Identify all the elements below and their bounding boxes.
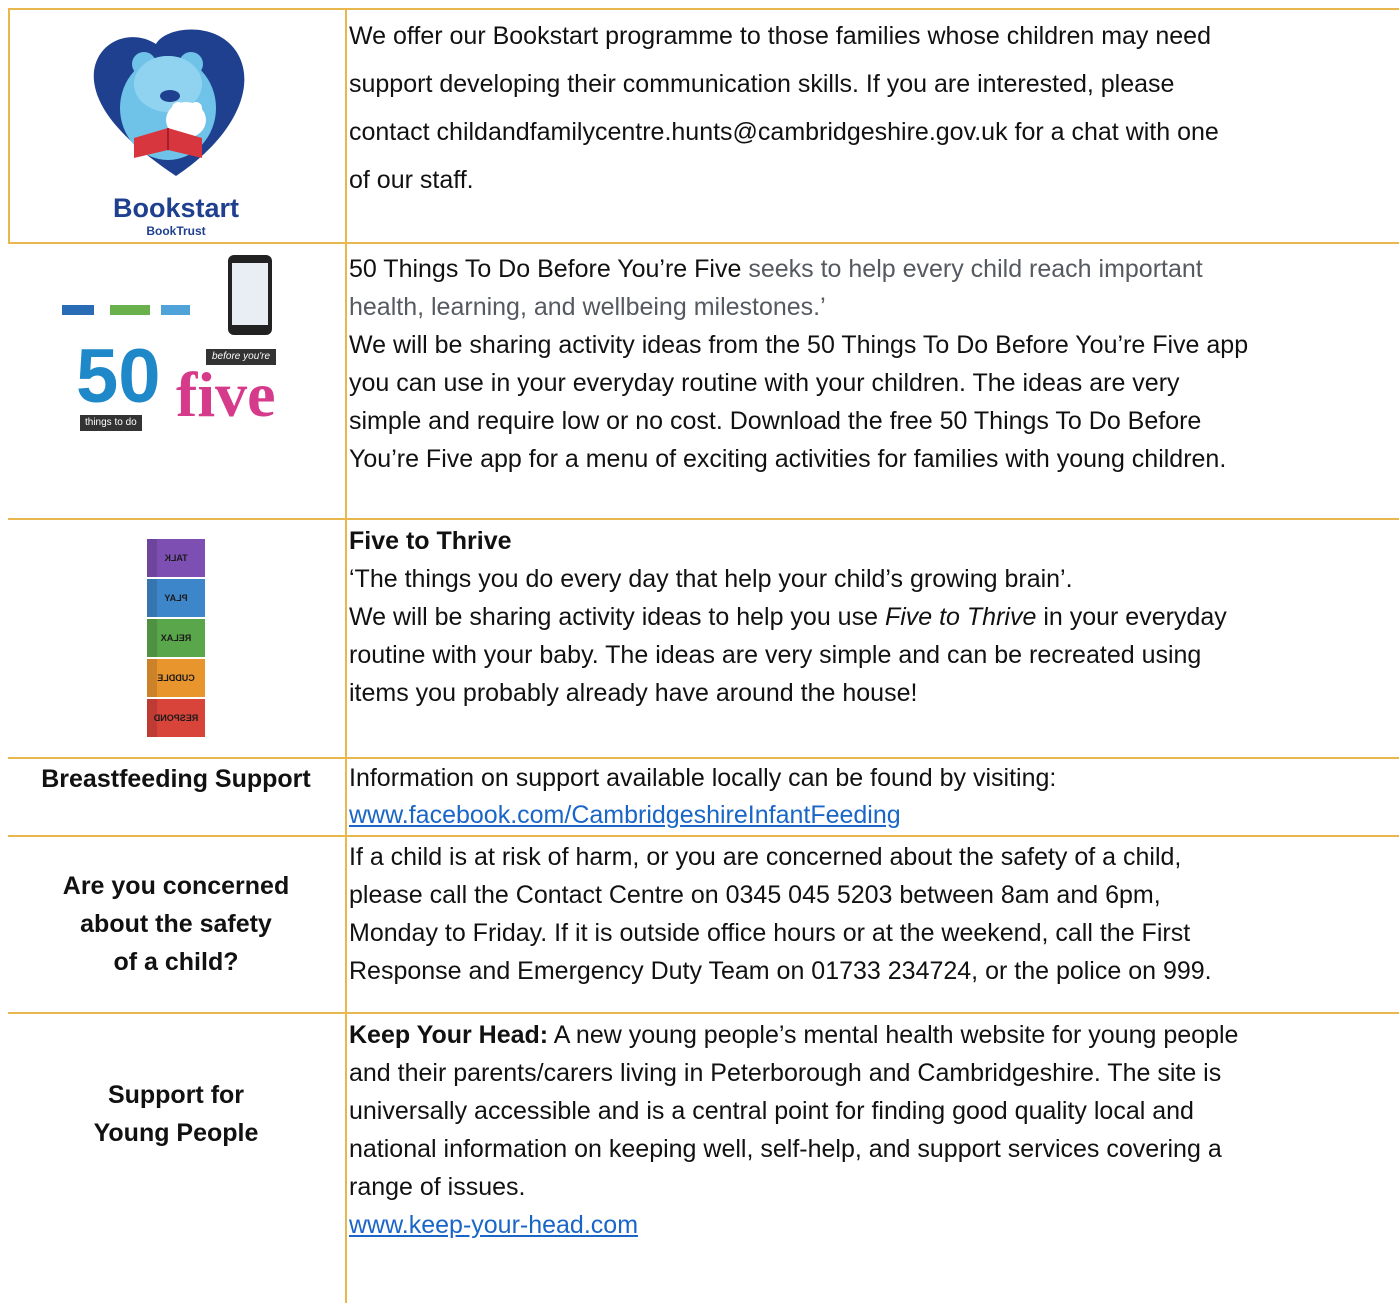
young-line-1: Keep Your Head: A new young people’s men… xyxy=(349,1016,1399,1054)
bookstart-line-3: contact childandfamilycentre.hunts@cambr… xyxy=(349,118,1219,146)
column-divider xyxy=(345,8,347,1303)
young-line-1-rest: A new young people’s mental health websi… xyxy=(548,1021,1239,1049)
thrive-line-5: items you probably already have around t… xyxy=(349,679,918,707)
thrive-block-talk: TALK xyxy=(147,539,205,577)
breastfeeding-text-cell: Information on support available locally… xyxy=(349,760,1399,834)
bookstart-line-2: support developing their communication s… xyxy=(349,70,1175,98)
fifty-things-text-cell: 50 Things To Do Before You’re Five seeks… xyxy=(349,250,1399,478)
safety-label: Are you concerned about the safety of a … xyxy=(63,867,289,981)
safety-label-line-1: Are you concerned xyxy=(62,872,290,900)
young-people-label-cell: Support for Young People xyxy=(10,1054,342,1174)
five-to-thrive-text-cell: Five to Thrive ‘The things you do every … xyxy=(349,522,1399,712)
fifty-lead: 50 Things To Do Before You’re Five xyxy=(349,255,742,283)
breastfeeding-label: Breastfeeding Support xyxy=(41,765,311,793)
young-people-text-cell: Keep Your Head: A new young people’s men… xyxy=(349,1016,1399,1244)
thrive-block-play: PLAY xyxy=(147,579,205,617)
phone-icon xyxy=(228,255,272,335)
fifty-line-1: 50 Things To Do Before You’re Five seeks… xyxy=(349,250,1399,288)
bookstart-logo-title: Bookstart xyxy=(112,193,240,223)
five-to-thrive-logo-cell: TALK PLAY RELAX CUDDLE RESPOND xyxy=(10,522,342,754)
thrive-block-respond: RESPOND xyxy=(147,699,205,737)
young-people-label-line-1: Support for xyxy=(107,1081,245,1109)
thrive-line-4: routine with your baby. The ideas are ve… xyxy=(349,641,1202,669)
five-to-thrive-heading: Five to Thrive xyxy=(349,527,512,555)
safety-label-line-2: about the safety xyxy=(80,910,272,938)
breastfeeding-label-cell: Breastfeeding Support xyxy=(10,760,342,798)
stacked-blocks-icon: TALK PLAY RELAX CUDDLE RESPOND xyxy=(144,539,208,737)
fifty-line-4: you can use in your everyday routine wit… xyxy=(349,369,1180,397)
safety-line-3: Monday to Friday. If it is outside offic… xyxy=(349,919,1191,947)
fifty-things-logo-cell: 50 things to do before you're five xyxy=(10,248,342,448)
young-people-label: Support for Young People xyxy=(94,1076,259,1152)
bookstart-line-1: We offer our Bookstart programme to thos… xyxy=(349,22,1211,50)
thrive-line-3-post: in your everyday xyxy=(1036,603,1227,631)
fifty-line-6: You’re Five app for a menu of exciting a… xyxy=(349,445,1227,473)
table-border-top xyxy=(8,8,1399,10)
keep-your-head-link[interactable]: www.keep-your-head.com xyxy=(349,1206,1399,1244)
fifty-line-5: simple and require low or no cost. Downl… xyxy=(349,407,1202,435)
thrive-block-cuddle: CUDDLE xyxy=(147,659,205,697)
young-line-2: and their parents/carers living in Peter… xyxy=(349,1059,1222,1087)
row-divider-3 xyxy=(8,757,1399,759)
safety-label-cell: Are you concerned about the safety of a … xyxy=(10,838,342,1010)
thrive-line-3-pre: We will be sharing activity ideas to hel… xyxy=(349,603,885,631)
young-line-4: national information on keeping well, se… xyxy=(349,1135,1222,1163)
thrive-line-2: ‘The things you do every day that help y… xyxy=(349,565,1073,593)
fifty-line-3: We will be sharing activity ideas from t… xyxy=(349,331,1249,359)
bookstart-logo-cell: Bookstart BookTrust xyxy=(10,12,342,240)
thrive-line-3: We will be sharing activity ideas to hel… xyxy=(349,598,1399,636)
bookstart-logo: Bookstart BookTrust xyxy=(86,16,266,238)
bookstart-line-4: of our staff. xyxy=(349,166,474,194)
row-divider-2 xyxy=(8,518,1399,520)
row-divider-5 xyxy=(8,1012,1399,1014)
things-to-do-tag: things to do xyxy=(80,415,142,431)
safety-label-line-3: of a child? xyxy=(113,948,239,976)
breastfeeding-text: Information on support available locally… xyxy=(349,764,1057,792)
safety-text-cell: If a child is at risk of harm, or you ar… xyxy=(349,838,1399,990)
young-line-3: universally accessible and is a central … xyxy=(349,1097,1194,1125)
five-word: five xyxy=(176,359,276,430)
thrive-block-relax: RELAX xyxy=(147,619,205,657)
row-divider-1 xyxy=(8,242,1399,244)
fifty-lead-rest: seeks to help every child reach importan… xyxy=(741,255,1203,283)
row-divider-4 xyxy=(8,835,1399,837)
fifty-big-number: 50 xyxy=(76,334,161,419)
keep-your-head-label: Keep Your Head: xyxy=(349,1021,549,1049)
breastfeeding-link[interactable]: www.facebook.com/CambridgeshireInfantFee… xyxy=(349,797,1399,834)
safety-line-2: please call the Contact Centre on 0345 0… xyxy=(349,881,1161,909)
info-table: Bookstart BookTrust We offer our Booksta… xyxy=(0,0,1399,1303)
thrive-line-3-em: Five to Thrive xyxy=(884,603,1037,631)
safety-line-1: If a child is at risk of harm, or you ar… xyxy=(349,843,1182,871)
safety-line-4: Response and Emergency Duty Team on 0173… xyxy=(349,957,1212,985)
young-people-label-line-2: Young People xyxy=(93,1119,259,1147)
fifty-things-logo: 50 things to do before you're five xyxy=(56,253,296,443)
bear-reading-icon xyxy=(93,29,245,177)
young-line-5: range of issues. xyxy=(349,1173,526,1201)
booktrust-logo-text: BookTrust xyxy=(146,224,206,238)
partner-logos-icon xyxy=(62,305,222,315)
bookstart-text-cell: We offer our Bookstart programme to thos… xyxy=(349,12,1399,204)
fifty-line-2: health, learning, and wellbeing mileston… xyxy=(349,293,826,321)
